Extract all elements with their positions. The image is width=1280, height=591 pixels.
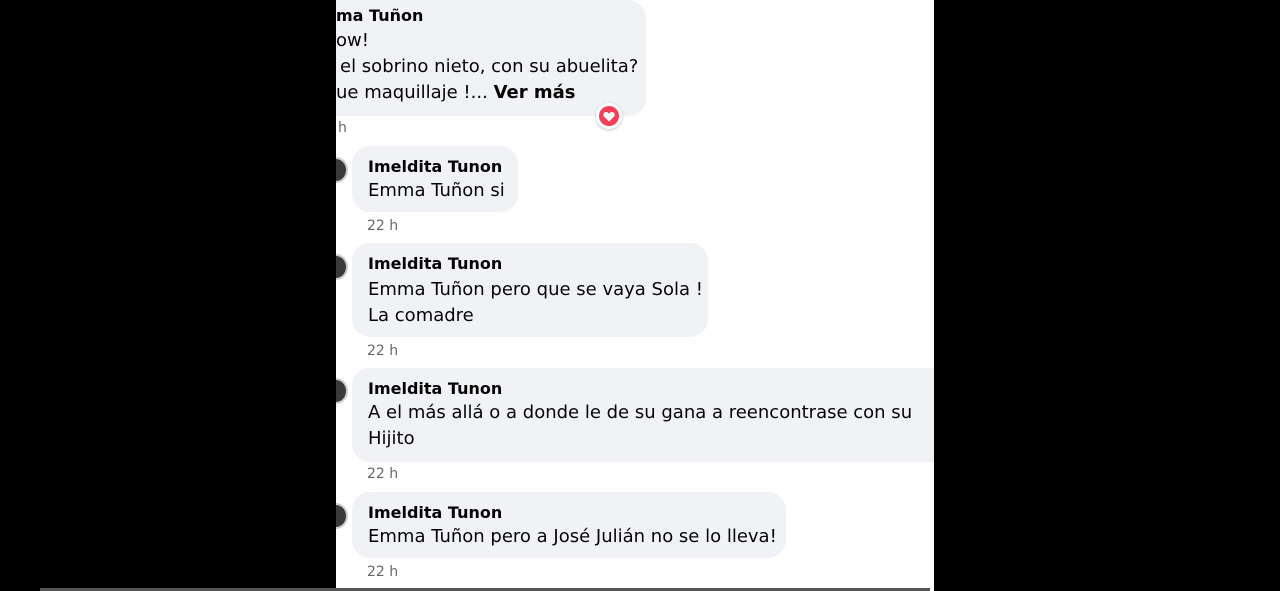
comment-author[interactable]: Imeldita Tunon (368, 503, 502, 523)
comment-author[interactable]: Imeldita Tunon (368, 254, 502, 274)
avatar[interactable] (336, 254, 348, 280)
comment-author[interactable]: Imeldita Tunon (368, 379, 502, 399)
comment-text-line: el sobrino nieto, con su abuelita? (340, 56, 639, 77)
comment-text-line: Emma Tuñon pero que se vaya Sola ! (368, 279, 703, 300)
reaction-badge[interactable] (596, 103, 622, 129)
comment-text-line: La comadre (368, 305, 474, 326)
comment-bubble: Imeldita Tunon Emma Tuñon si (352, 146, 518, 212)
comment-bubble: Imeldita Tunon Emma Tuñon pero a José Ju… (352, 492, 786, 558)
avatar[interactable] (336, 157, 348, 183)
comment-timestamp[interactable]: 22 h (367, 218, 398, 234)
comment-text-line: Hijito (368, 428, 415, 449)
avatar[interactable] (336, 503, 348, 529)
comment-author[interactable]: Imeldita Tunon (368, 157, 502, 177)
comment-timestamp[interactable]: 22 h (367, 564, 398, 580)
comment-text-line: ue maquillaje !... Ver más (336, 80, 575, 106)
comment-bubble: ma Tuñon ow! el sobrino nieto, con su ab… (336, 0, 646, 129)
comment-timestamp[interactable]: h (338, 120, 347, 136)
comment-text-line: ow! (336, 30, 369, 51)
comment-text: ue maquillaje !... (336, 82, 488, 103)
comment-timestamp[interactable]: 22 h (367, 466, 398, 482)
avatar[interactable] (336, 378, 348, 404)
comment-text-line: A el más allá o a donde le de su gana a … (368, 402, 913, 423)
comment-text-line: Emma Tuñon si (368, 180, 505, 201)
screen: { "comments": [ { "author": "ma Tuñon", … (0, 0, 1280, 591)
comment-bubble: Imeldita Tunon A el más allá o a donde l… (352, 368, 934, 462)
see-more-link[interactable]: Ver más (494, 82, 576, 103)
comments-panel: ma Tuñon ow! el sobrino nieto, con su ab… (336, 0, 934, 591)
comment-timestamp[interactable]: 22 h (367, 343, 398, 359)
comment-author[interactable]: ma Tuñon (336, 6, 423, 26)
comment-text-line: Emma Tuñon pero a José Julián no se lo l… (368, 526, 777, 547)
heart-icon (599, 106, 619, 126)
comment-bubble: Imeldita Tunon Emma Tuñon pero que se va… (352, 243, 708, 337)
